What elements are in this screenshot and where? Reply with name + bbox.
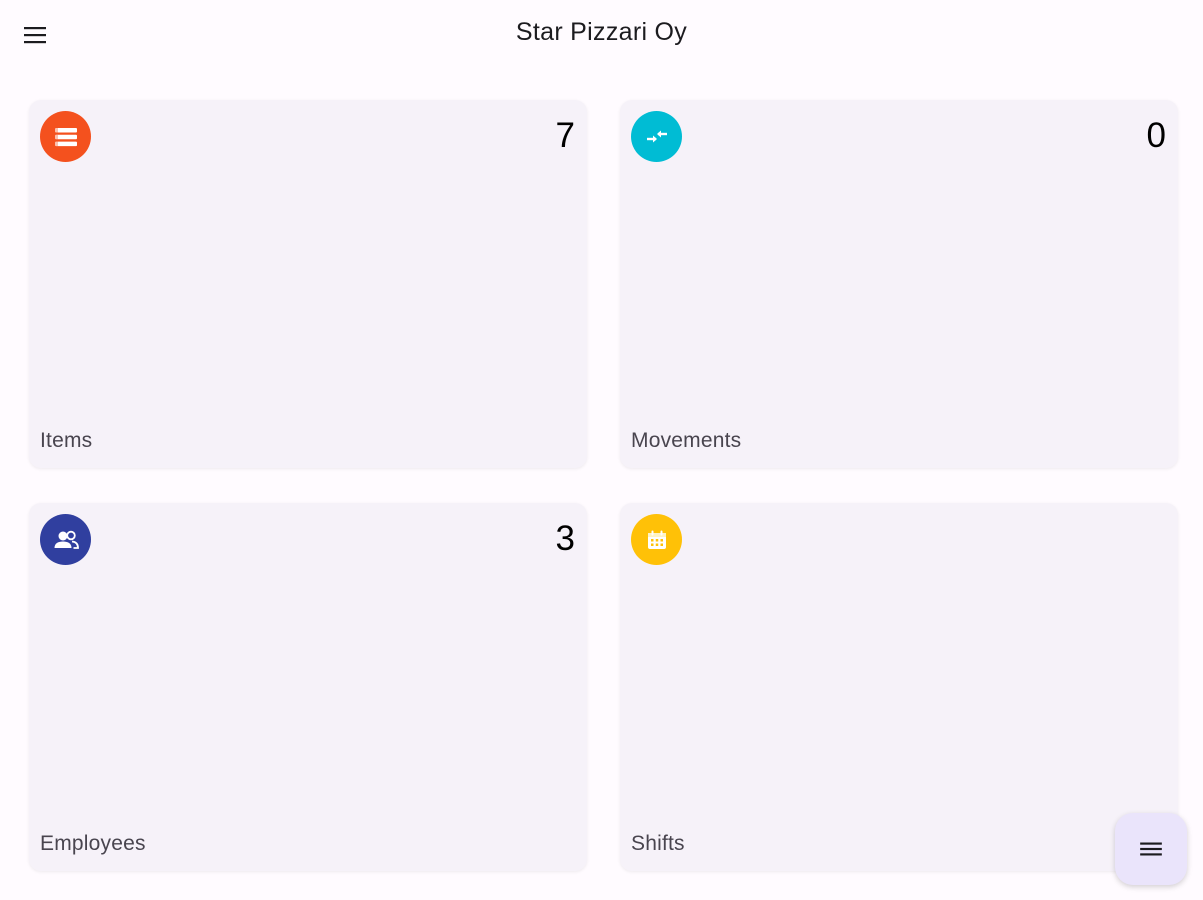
app-bar: Star Pizzari Oy bbox=[0, 0, 1203, 70]
shifts-card[interactable]: Shifts bbox=[620, 503, 1178, 871]
items-label: Items bbox=[40, 429, 93, 452]
movements-card[interactable]: 0 Movements bbox=[620, 100, 1178, 468]
employees-count: 3 bbox=[555, 519, 575, 558]
people-icon bbox=[40, 514, 91, 565]
items-count: 7 bbox=[555, 116, 575, 155]
movements-label: Movements bbox=[631, 429, 742, 452]
movements-count: 0 bbox=[1146, 116, 1166, 155]
swap-arrows-icon bbox=[631, 111, 682, 162]
employees-card[interactable]: 3 Employees bbox=[29, 503, 587, 871]
page-title: Star Pizzari Oy bbox=[515, 18, 688, 46]
items-card[interactable]: 7 Items bbox=[29, 100, 587, 468]
employees-label: Employees bbox=[40, 832, 146, 855]
calendar-icon bbox=[631, 514, 682, 565]
list-icon bbox=[40, 111, 91, 162]
menu-icon bbox=[1140, 842, 1162, 856]
fab-menu-button[interactable] bbox=[1115, 813, 1187, 885]
shifts-label: Shifts bbox=[631, 832, 685, 855]
